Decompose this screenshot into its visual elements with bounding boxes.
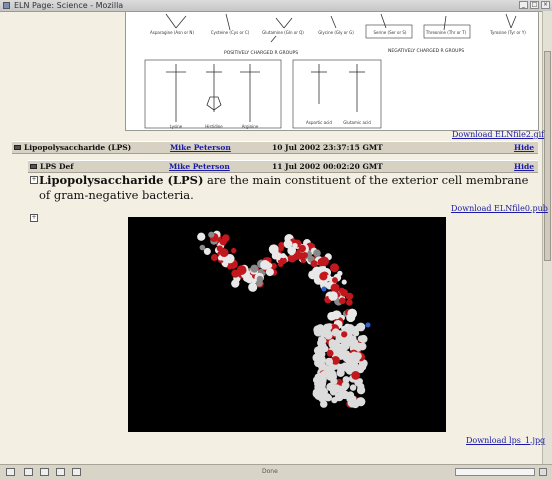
entry-header-lps-def: LPS Def Mike Peterson 11 Jul 2002 00:02:… [28,160,538,173]
aa-label-5: Threonine (Thr or T) [425,30,467,35]
lps-definition: Lipopolysaccharide (LPS) are the main co… [39,173,534,203]
lps-molecule-image [128,217,446,432]
address-book-icon[interactable] [72,468,81,476]
scrollbar-thumb[interactable] [544,51,551,261]
download-elnfile0-link[interactable]: Download ELNfile0.pub [451,204,548,213]
entry-header-lps: Lipopolysaccharide (LPS) Mike Peterson 1… [12,141,538,154]
vertical-scrollbar[interactable] [542,11,552,465]
aa-bottom-1: Histidine [205,124,223,129]
window-controls: _ □ × [519,1,550,9]
hide-button[interactable]: Hide [514,143,534,152]
aa-label-0: Asparagine (Asn or N) [150,30,194,35]
app-icon [3,2,10,9]
entry-author-link[interactable]: Mike Peterson [170,143,231,152]
note-icon[interactable] [30,164,37,169]
entry-title: Lipopolysaccharide (LPS) [24,143,132,152]
progress-bar [455,468,535,476]
entry-title: LPS Def [40,162,74,171]
entry-author-link[interactable]: Mike Peterson [169,162,230,171]
entry-date: 11 Jul 2002 00:02:20 GMT [272,162,383,171]
download-lps-jpg-link[interactable]: Download lps_1.jpg [466,436,545,445]
molecule-render [197,230,371,409]
aa-bottom-4: Glutamic acid [343,120,371,125]
note-icon[interactable] [14,145,21,150]
entry-date: 10 Jul 2002 23:37:15 GMT [272,143,383,152]
mail-icon[interactable] [24,468,33,476]
aa-label-2: Glutamine (Gln or Q) [262,30,304,35]
composer-icon[interactable] [40,468,49,476]
group-neg-label: NEGATIVELY CHARGED R GROUPS [388,48,464,54]
security-lock-icon[interactable] [539,468,547,476]
lps-term: Lipopolysaccharide (LPS) [39,173,204,187]
chat-icon[interactable] [56,468,65,476]
aa-label-1: Cysteine (Cys or C) [211,30,250,35]
aa-label-3: Glycine (Gly or G) [318,30,354,35]
minimize-icon[interactable]: _ [519,1,528,9]
aa-bottom-2: Arginine [242,124,259,129]
amino-acid-diagram: Asparagine (Asn or N) Cysteine (Cys or C… [144,13,526,129]
expand-icon[interactable]: + [30,214,38,222]
navigator-icon[interactable] [6,468,15,476]
aa-label-4: Serine (Ser or S) [374,30,407,35]
expand-icon[interactable]: + [30,176,38,184]
group-pos-label: POSITIVELY CHARGED R GROUPS [224,50,298,56]
window-title: ELN Page: Science - Mozilla [14,1,124,10]
maximize-icon[interactable]: □ [530,1,539,9]
download-elnfile2-link[interactable]: Download ELNfile2.gif [452,130,544,139]
amino-acid-figure: Asparagine (Asn or N) Cysteine (Cys or C… [125,11,539,131]
status-text: Done [262,468,278,475]
aa-bottom-0: Lysine [170,124,183,129]
status-bar: Done [0,464,552,480]
aa-bottom-3: Aspartic acid [306,120,332,125]
aa-label-6: Tyrosine (Tyr or Y) [489,30,526,35]
close-icon[interactable]: × [541,1,550,9]
hide-button[interactable]: Hide [514,162,534,171]
